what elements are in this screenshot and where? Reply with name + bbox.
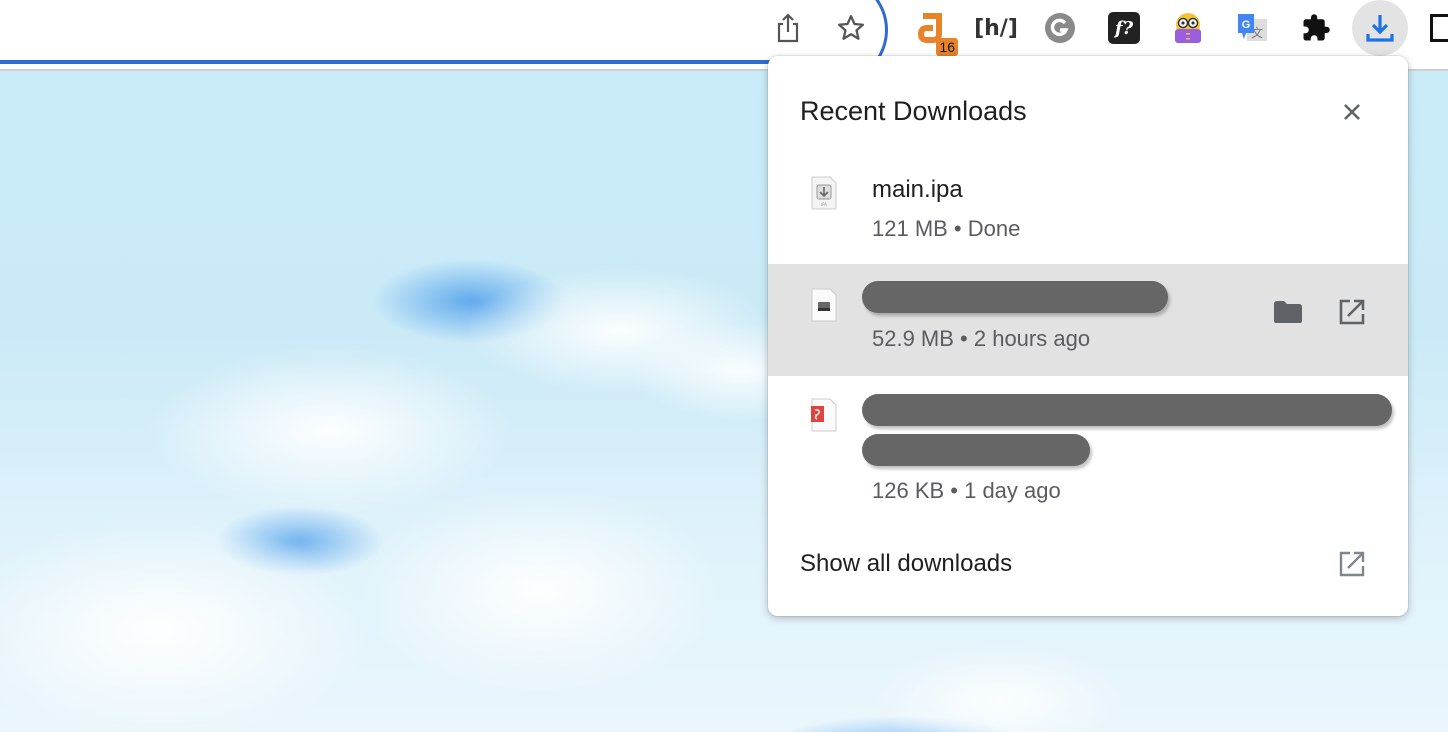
file-name: main.ipa	[872, 176, 963, 203]
page-load-progress	[0, 60, 790, 64]
close-icon	[1344, 104, 1360, 120]
extension-minion-reader-icon[interactable]	[1168, 8, 1208, 48]
downloads-icon[interactable]	[1352, 0, 1408, 56]
extension-a-icon[interactable]: 16	[912, 8, 958, 56]
extension-hypothesis-icon[interactable]: [h/]	[974, 8, 1018, 48]
disk-image-file-icon	[810, 288, 838, 322]
share-icon[interactable]	[768, 8, 808, 48]
open-external-icon	[1339, 551, 1365, 577]
window-edge-icon	[1424, 8, 1448, 48]
close-button[interactable]	[1336, 96, 1368, 128]
bookmark-star-icon[interactable]	[831, 8, 871, 48]
svg-text:IPA: IPA	[821, 202, 827, 207]
extension-formula-icon[interactable]: f?	[1104, 8, 1144, 48]
file-meta: 126 KB • 1 day ago	[872, 478, 1061, 503]
redacted-file-name-line-2	[862, 434, 1090, 466]
download-item[interactable]: 52.9 MB • 2 hours ago	[768, 264, 1408, 376]
ipa-file-icon: IPA	[810, 176, 838, 210]
download-item[interactable]: IPA main.ipa 121 MB • Done	[768, 164, 1408, 264]
extensions-puzzle-icon[interactable]	[1296, 8, 1336, 48]
folder-icon	[1274, 301, 1302, 323]
show-in-folder-button[interactable]	[1272, 296, 1304, 328]
file-meta: 121 MB • Done	[872, 216, 1021, 241]
show-all-downloads-button[interactable]	[1336, 548, 1368, 580]
extension-google-translate-icon[interactable]: 文G	[1232, 8, 1272, 48]
open-file-button[interactable]	[1336, 296, 1368, 328]
redacted-file-name	[862, 281, 1168, 313]
browser-toolbar: 16 [h/] f? 文G	[0, 0, 1448, 84]
downloads-bubble: Recent Downloads IPA main.ipa 121 MB • D…	[768, 56, 1408, 616]
bubble-title: Recent Downloads	[800, 96, 1027, 126]
file-meta: 52.9 MB • 2 hours ago	[872, 326, 1091, 351]
extension-grammarly-icon[interactable]	[1040, 8, 1080, 48]
extension-badge-count: 16	[936, 38, 958, 56]
open-external-icon	[1339, 299, 1365, 325]
pdf-file-icon	[810, 398, 838, 432]
show-all-downloads-link[interactable]: Show all downloads	[800, 550, 1012, 578]
svg-text:G: G	[1242, 19, 1251, 31]
download-item[interactable]: 126 KB • 1 day ago	[768, 376, 1408, 516]
redacted-file-name	[862, 394, 1392, 426]
